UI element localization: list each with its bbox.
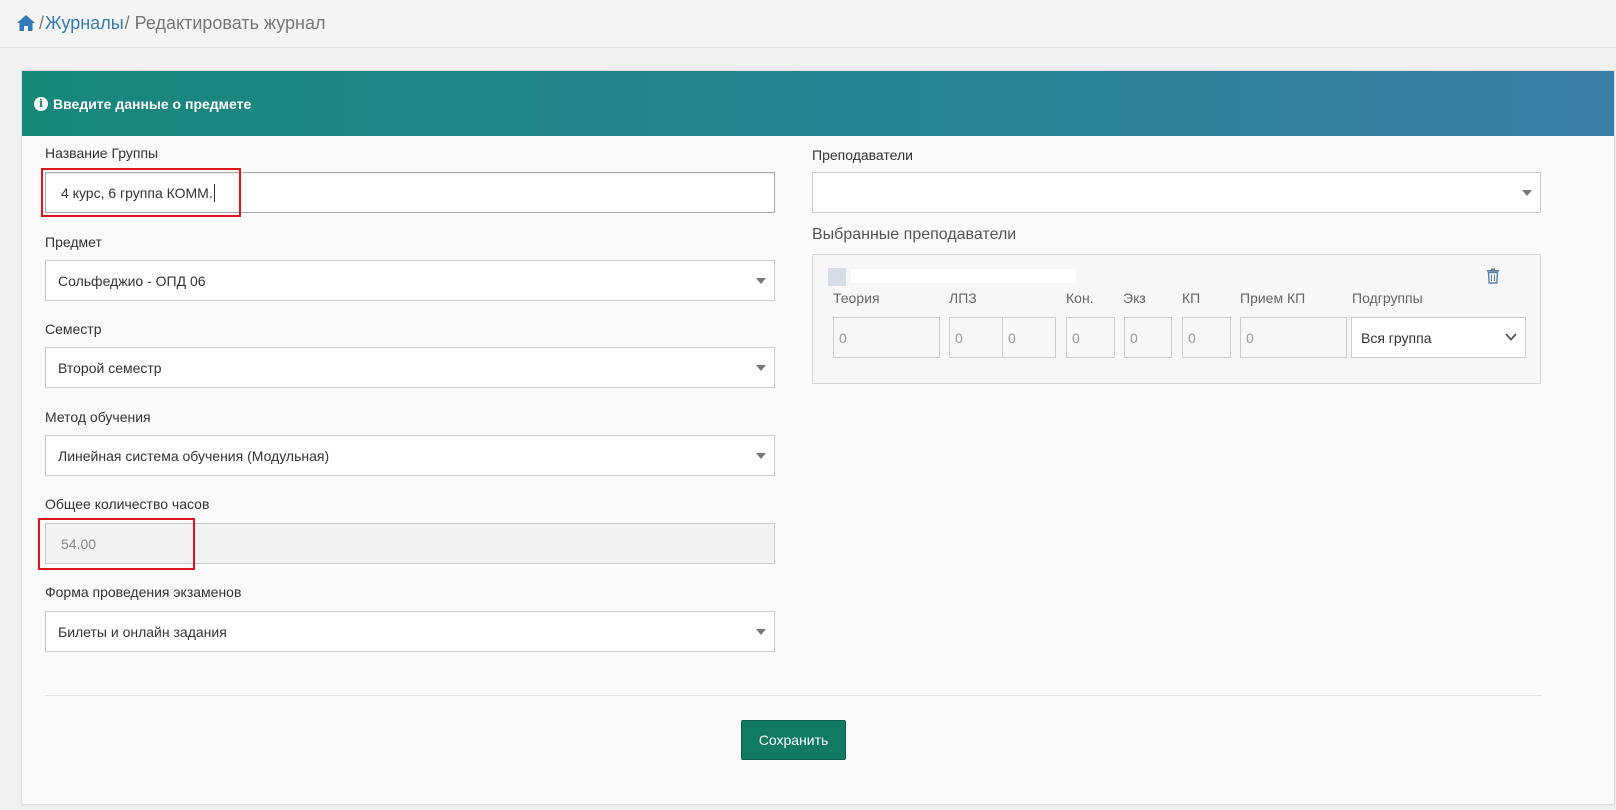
avatar [828, 268, 846, 286]
text-cursor [213, 183, 215, 202]
kp-reception-hours-input[interactable]: 0 [1240, 317, 1347, 358]
dropdown-arrow-icon [756, 278, 766, 284]
teachers-label: Преподаватели [812, 147, 913, 163]
col-theory-label: Теория [833, 290, 880, 306]
teachers-select[interactable] [812, 172, 1541, 213]
breadcrumb-separator: / [124, 12, 130, 33]
exam-hours-input[interactable]: 0 [1124, 317, 1172, 358]
dropdown-arrow-icon [756, 453, 766, 459]
method-value: Линейная система обучения (Модульная) [58, 447, 330, 464]
info-icon: i [34, 96, 48, 111]
subgroup-value: Вся группа [1361, 329, 1432, 346]
save-button[interactable]: Сохранить [741, 720, 846, 760]
method-select[interactable]: Линейная система обучения (Модульная) [45, 435, 775, 476]
subject-value: Сольфеджио - ОПД 06 [58, 272, 206, 289]
subject-label: Предмет [45, 234, 102, 250]
total-hours-value: 54.00 [61, 535, 97, 552]
breadcrumb-journals-link[interactable]: Журналы [45, 13, 124, 34]
subgroup-select[interactable]: Вся группа [1351, 317, 1526, 358]
semester-select[interactable]: Второй семестр [45, 347, 775, 388]
subject-form-card: i Введите данные о предмете Название Гру… [21, 70, 1615, 805]
lpz-hours-input-1[interactable]: 0 [949, 317, 1003, 358]
col-kp-reception-label: Прием КП [1240, 290, 1306, 306]
group-name-value: 4 курс, 6 группа КОММ. [61, 184, 213, 201]
home-icon[interactable] [16, 14, 36, 32]
subject-select[interactable]: Сольфеджио - ОПД 06 [45, 260, 775, 301]
col-kp-label: КП [1182, 290, 1201, 306]
teacher-name-placeholder [851, 269, 1076, 283]
exam-form-label: Форма проведения экзаменов [45, 584, 242, 600]
breadcrumb-current: Редактировать журнал [134, 12, 326, 33]
theory-hours-input[interactable]: 0 [833, 317, 940, 358]
total-hours-label: Общее количество часов [45, 496, 210, 512]
total-hours-input: 54.00 [45, 523, 775, 564]
card-header-title: Введите данные о предмете [53, 95, 252, 112]
dropdown-arrow-icon [756, 629, 766, 635]
selected-teachers-label: Выбранные преподаватели [812, 226, 1017, 243]
selected-teacher-card: Теория ЛПЗ Кон. Экз КП Прием КП Подгрупп… [812, 254, 1541, 384]
kp-hours-input[interactable]: 0 [1182, 317, 1231, 358]
col-kon-label: Кон. [1066, 290, 1094, 306]
top-bar: / Журналы / Редактировать журнал [0, 0, 1616, 48]
exam-form-value: Билеты и онлайн задания [58, 623, 227, 640]
kon-hours-input[interactable]: 0 [1066, 317, 1115, 358]
col-subgroups-label: Подгруппы [1352, 290, 1423, 306]
col-lpz-label: ЛПЗ [949, 290, 977, 306]
exam-form-select[interactable]: Билеты и онлайн задания [45, 611, 775, 652]
form-divider [45, 695, 1542, 696]
trash-icon[interactable] [1486, 268, 1500, 284]
breadcrumb: / Журналы / Редактировать журнал [16, 10, 326, 36]
dropdown-arrow-icon [1522, 190, 1532, 196]
chevron-down-icon [1505, 333, 1517, 341]
group-name-input[interactable]: 4 курс, 6 группа КОММ. [45, 172, 775, 213]
card-header: i Введите данные о предмете [22, 71, 1614, 136]
dropdown-arrow-icon [756, 365, 766, 371]
semester-label: Семестр [45, 321, 102, 337]
lpz-hours-input-2[interactable]: 0 [1002, 317, 1056, 358]
breadcrumb-separator: / [39, 12, 45, 33]
col-exam-label: Экз [1123, 290, 1146, 306]
group-name-label: Название Группы [45, 145, 159, 161]
semester-value: Второй семестр [58, 359, 162, 376]
method-label: Метод обучения [45, 409, 151, 425]
